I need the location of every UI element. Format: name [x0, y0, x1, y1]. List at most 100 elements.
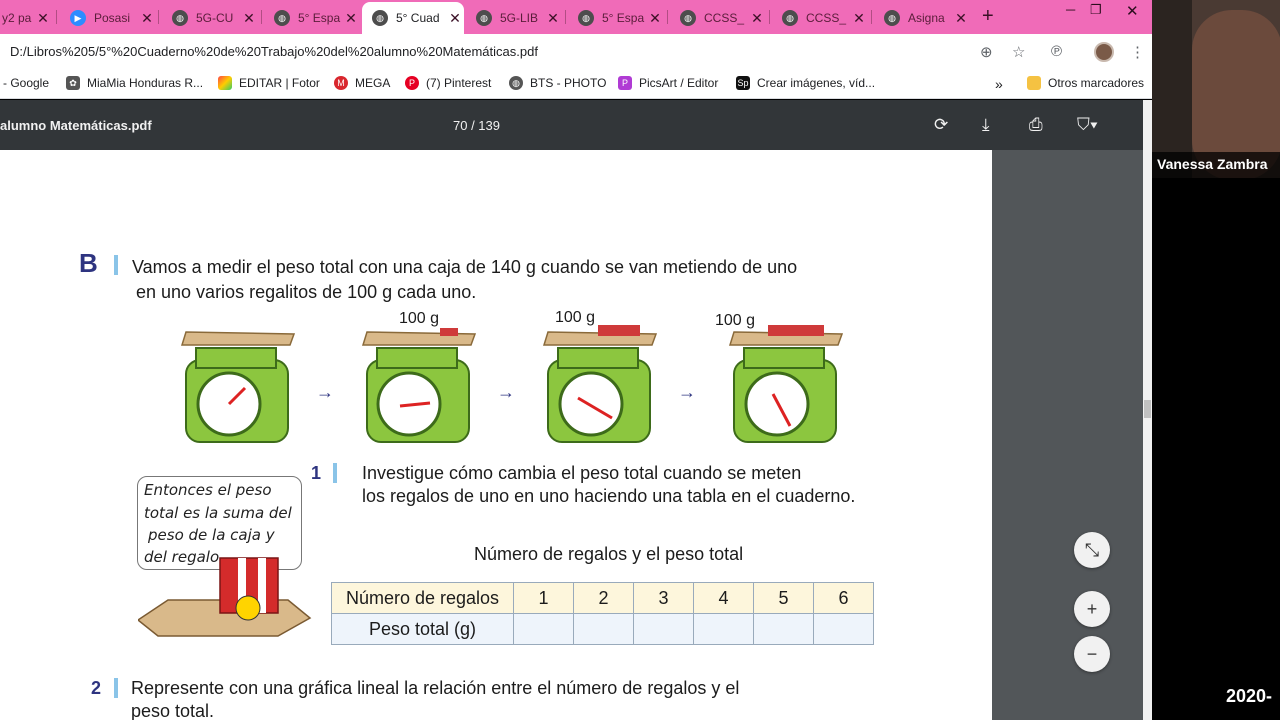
zoom-in-button[interactable]: +	[1074, 591, 1110, 627]
star-icon[interactable]: ☆	[1012, 43, 1025, 61]
scales-illustration	[180, 325, 844, 443]
close-icon[interactable]: ✕	[240, 10, 258, 27]
bookmark-icon[interactable]: ⛉▾	[1077, 115, 1098, 135]
globe-icon: ◍	[372, 10, 388, 26]
table-cell	[633, 613, 694, 645]
close-icon[interactable]: ✕	[342, 10, 360, 27]
question-2-line-1: Represente con una gráfica lineal la rel…	[131, 678, 740, 698]
speech-line: Entonces el peso	[144, 481, 272, 499]
print-icon[interactable]: ⎙	[1029, 115, 1043, 135]
table-column-header: 2	[573, 582, 634, 614]
bookmarks-bar: - Google ✿ MiaMia Honduras R... EDITAR | …	[0, 69, 1152, 99]
tab-4[interactable]: ◍ 5° Espa ✕	[264, 4, 360, 32]
close-icon[interactable]: ✕	[748, 10, 766, 27]
avatar[interactable]	[1094, 42, 1114, 62]
bookmark-pinterest[interactable]: P (7) Pinterest	[405, 76, 491, 90]
pdf-title: alumno Matemáticas.pdf	[0, 118, 152, 133]
rotate-icon[interactable]: ⟳	[934, 115, 948, 135]
close-icon[interactable]: ✕	[646, 10, 664, 27]
tab-5-active[interactable]: ◍ 5° Cuad ✕	[362, 2, 464, 34]
speech-line: peso de la caja y	[148, 526, 275, 544]
bookmark-picsart[interactable]: P PicsArt / Editor	[618, 76, 718, 90]
bookmark-google[interactable]: - Google	[3, 76, 49, 90]
tab-separator	[261, 10, 262, 24]
close-icon[interactable]: ✕	[850, 10, 868, 27]
page-indicator[interactable]: 70 / 139	[453, 118, 500, 133]
table-row: Peso total (g)	[331, 613, 874, 645]
gifts-table: Número de regalos 1 2 3 4 5 6 Peso total…	[331, 582, 874, 645]
bookmark-miamia[interactable]: ✿ MiaMia Honduras R...	[66, 76, 203, 90]
spark-icon: Sp	[736, 76, 750, 90]
close-window-icon[interactable]: ✕	[1126, 2, 1139, 20]
tab-7[interactable]: ◍ 5° Espa ✕	[568, 4, 664, 32]
tab-9[interactable]: ◍ CCSS_ ✕	[772, 4, 868, 32]
close-icon[interactable]: ✕	[544, 10, 562, 27]
table-row: Número de regalos 1 2 3 4 5 6	[331, 582, 874, 614]
tab-3[interactable]: ◍ 5G-CU ✕	[162, 4, 258, 32]
minimize-icon[interactable]: ─	[1066, 2, 1075, 17]
bookmark-bts[interactable]: ◍ BTS - PHOTO	[509, 76, 606, 90]
close-icon[interactable]: ✕	[34, 10, 52, 27]
question-1-line-2: los regalos de uno en uno haciendo una t…	[362, 486, 856, 506]
globe-icon: ◍	[172, 10, 188, 26]
table-column-header: 6	[813, 582, 874, 614]
question-2-number: 2	[91, 678, 102, 698]
close-icon[interactable]: ✕	[138, 10, 156, 27]
globe-icon: ◍	[274, 10, 290, 26]
tab-6[interactable]: ◍ 5G-LIB ✕	[466, 4, 562, 32]
tab-separator	[158, 10, 159, 24]
arrow-icon: →	[316, 382, 334, 402]
fotor-icon	[218, 76, 232, 90]
table-column-header: 3	[633, 582, 694, 614]
question-bar	[114, 678, 118, 698]
participant-name: Vanessa Zambra	[1152, 152, 1280, 178]
tab-separator	[565, 10, 566, 24]
new-tab-icon[interactable]: +	[982, 5, 994, 28]
url-field[interactable]: D:/Libros%205/5°%20Cuaderno%20de%20Traba…	[10, 44, 538, 59]
table-cell	[693, 613, 754, 645]
restore-icon[interactable]: ❐	[1090, 2, 1102, 18]
tab-1[interactable]: y2 pa ✕	[0, 4, 52, 32]
fit-page-button[interactable]: ⤡	[1074, 532, 1110, 568]
table-column-header: 5	[753, 582, 814, 614]
tab-8[interactable]: ◍ CCSS_ ✕	[670, 4, 766, 32]
scrollbar-thumb[interactable]	[1144, 400, 1151, 418]
tab-separator	[871, 10, 872, 24]
zoom-magnifier-icon[interactable]: ⊕	[980, 43, 993, 61]
menu-icon[interactable]: ⋮	[1130, 43, 1145, 61]
arrow-icon: →	[497, 382, 515, 402]
scale-2	[361, 328, 477, 443]
tab-separator	[667, 10, 668, 24]
scale-4	[728, 325, 844, 443]
table-header-cell: Número de regalos	[331, 582, 514, 614]
close-icon[interactable]: ✕	[952, 10, 970, 27]
tab-2[interactable]: ▶ Posasi ✕	[60, 4, 156, 32]
scale-1	[180, 331, 296, 443]
bookmark-mega[interactable]: M MEGA	[334, 76, 390, 90]
pdf-toolbar: alumno Matemáticas.pdf 70 / 139 ⟳ ⤓ ⎙ ⛉▾	[0, 100, 1143, 150]
globe-icon: ◍	[680, 10, 696, 26]
globe-icon: ◍	[509, 76, 523, 90]
bookmark-fotor[interactable]: EDITAR | Fotor	[218, 76, 320, 90]
scrollbar[interactable]	[1143, 100, 1152, 720]
globe-icon: ◍	[578, 10, 594, 26]
other-bookmarks[interactable]: Otros marcadores	[1027, 76, 1144, 90]
question-1-number: 1	[311, 463, 322, 483]
tab-separator	[769, 10, 770, 24]
bookmark-spark[interactable]: Sp Crear imágenes, víd...	[736, 76, 875, 90]
download-icon[interactable]: ⤓	[982, 115, 990, 135]
pinterest-icon[interactable]: ℗	[1051, 43, 1062, 60]
question-bar	[333, 463, 337, 483]
tab-10[interactable]: ◍ Asigna ✕	[874, 4, 970, 32]
miamia-icon: ✿	[66, 76, 80, 90]
table-cell	[513, 613, 574, 645]
tab-separator	[56, 10, 57, 24]
close-icon[interactable]: ✕	[446, 10, 464, 27]
speech-line: total es la suma del	[144, 504, 292, 522]
arrow-icon: →	[678, 382, 696, 402]
address-bar: D:/Libros%205/5°%20Cuaderno%20de%20Traba…	[0, 34, 1152, 69]
zoom-out-button[interactable]: −	[1074, 636, 1110, 672]
tab-bar: y2 pa ✕ ▶ Posasi ✕ ◍ 5G-CU ✕ ◍ 5° Espa ✕ ◍ 5° Cu…	[0, 0, 1152, 34]
table-header-cell: Peso total (g)	[331, 613, 514, 645]
bookmarks-overflow-icon[interactable]: »	[995, 76, 1003, 92]
